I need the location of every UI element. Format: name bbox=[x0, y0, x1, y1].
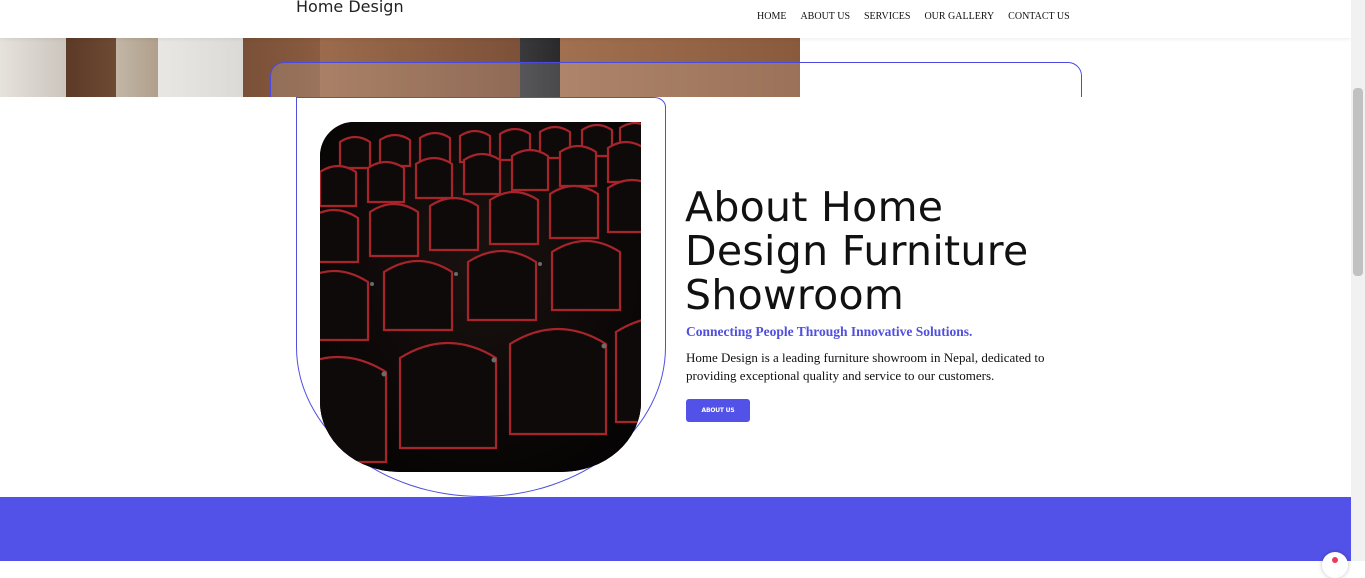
scrollbar-thumb[interactable] bbox=[1353, 88, 1363, 276]
chat-bubble-icon[interactable] bbox=[1322, 552, 1348, 578]
nav-about-us[interactable]: ABOUT US bbox=[793, 11, 857, 22]
nav-services[interactable]: SERVICES bbox=[857, 11, 917, 22]
brand-logo[interactable]: Home Design bbox=[296, 0, 404, 16]
about-title: About Home Design Furniture Showroom bbox=[685, 183, 1029, 319]
scrollbar-track[interactable] bbox=[1351, 0, 1365, 561]
nav-contact-us[interactable]: CONTACT US bbox=[1001, 11, 1077, 22]
nav-home[interactable]: HOME bbox=[750, 11, 793, 22]
seats-illustration bbox=[320, 122, 641, 472]
about-us-button[interactable]: ABOUT US bbox=[686, 399, 750, 422]
main-nav: HOME ABOUT US SERVICES OUR GALLERY CONTA… bbox=[750, 11, 1077, 22]
nav-our-gallery[interactable]: OUR GALLERY bbox=[917, 11, 1001, 22]
about-description: Home Design is a leading furniture showr… bbox=[686, 350, 1045, 383]
about-subtitle: Connecting People Through Innovative Sol… bbox=[686, 324, 973, 339]
site-header: Home Design HOME ABOUT US SERVICES OUR G… bbox=[0, 0, 1351, 38]
accent-band bbox=[0, 497, 1351, 561]
theater-seats-image bbox=[320, 122, 641, 472]
chat-indicator-dot bbox=[1332, 557, 1338, 563]
hero-card-overlay bbox=[801, 63, 1081, 97]
about-section: About Home Design Furniture Showroom Con… bbox=[0, 97, 1351, 497]
